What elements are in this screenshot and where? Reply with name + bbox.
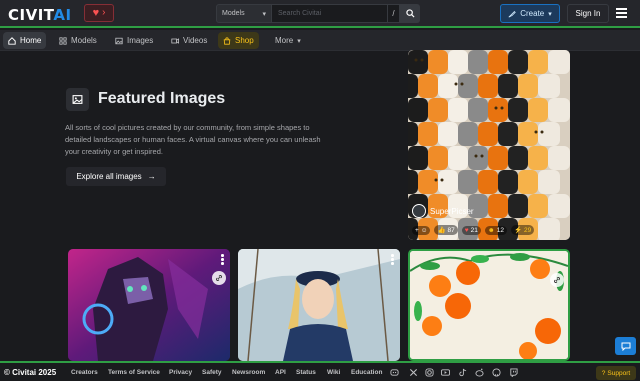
bolt-icon: ⚡ <box>513 227 523 234</box>
chat-icon <box>621 342 630 351</box>
help-icon: ? <box>601 369 606 377</box>
more-options-icon[interactable] <box>221 254 224 266</box>
tip-count[interactable]: ⚡ 29 <box>510 225 535 235</box>
heart-icon: ♥ <box>92 6 100 19</box>
chevron-down-icon: ▾ <box>548 10 552 18</box>
reddit-icon[interactable] <box>475 368 484 377</box>
laugh-icon: ☻ <box>487 226 495 234</box>
footer-link-status[interactable]: Status <box>296 369 316 376</box>
add-reaction-button[interactable]: + ☺ <box>412 225 431 235</box>
grid-icon <box>59 36 67 45</box>
hamburger-menu-icon[interactable] <box>616 8 627 18</box>
image-card[interactable] <box>238 249 400 361</box>
smile-icon: ☺ <box>420 226 428 234</box>
search-type-select[interactable]: Models ▾ <box>216 4 272 23</box>
nav-more[interactable]: More ▾ <box>270 32 306 49</box>
support-heart-button[interactable]: ♥ › <box>84 4 114 22</box>
like-count[interactable]: 👍 87 <box>434 225 458 235</box>
chevron-right-icon: › <box>102 7 106 18</box>
search-shortcut-hint: / <box>388 4 400 23</box>
search-input[interactable]: Search Civitai <box>272 4 388 23</box>
laugh-count[interactable]: ☻ 12 <box>484 225 507 235</box>
x-icon[interactable] <box>409 368 418 377</box>
nav-shop[interactable]: Shop <box>218 32 259 49</box>
thumbs-up-icon: 👍 <box>437 227 446 234</box>
create-button[interactable]: Create ▾ <box>500 4 560 23</box>
tiktok-icon[interactable] <box>458 368 467 377</box>
featured-image-card[interactable]: SuperPicser + ☺ 👍 87 ♥ 21 ☻ 12 ⚡ 29 <box>408 50 570 240</box>
link-icon[interactable] <box>550 273 564 287</box>
reaction-bar: + ☺ 👍 87 ♥ 21 ☻ 12 ⚡ 29 <box>412 225 535 235</box>
footer-link-safety[interactable]: Safety <box>202 369 222 376</box>
arrow-right-icon: → <box>147 172 156 181</box>
footer-link-creators[interactable]: Creators <box>71 369 98 376</box>
top-bar: CIVITAI ♥ › Models ▾ Search Civitai / Cr… <box>0 0 640 28</box>
nav-home[interactable]: Home <box>3 32 47 49</box>
instagram-icon[interactable] <box>425 368 434 377</box>
link-icon[interactable] <box>212 271 226 285</box>
plus-icon: + <box>415 226 419 234</box>
footer-link-privacy[interactable]: Privacy <box>169 369 192 376</box>
more-options-icon[interactable] <box>391 254 394 266</box>
page-description: All sorts of cool pictures created by ou… <box>65 123 321 156</box>
youtube-icon[interactable] <box>441 368 450 377</box>
oranges-frame-image <box>410 251 568 359</box>
fantasy-character-image <box>68 249 230 361</box>
featured-images-icon <box>66 88 89 111</box>
copyright: © Civitai 2025 <box>4 368 57 377</box>
footer-link-newsroom[interactable]: Newsroom <box>232 369 265 376</box>
image-icon <box>115 37 123 44</box>
civitai-logo[interactable]: CIVITAI <box>8 6 72 24</box>
shop-icon <box>223 36 231 45</box>
nav-images[interactable]: Images <box>110 32 158 49</box>
sign-in-button[interactable]: Sign In <box>567 4 609 23</box>
nav-models[interactable]: Models <box>54 32 102 49</box>
image-card[interactable] <box>68 249 230 361</box>
discord-icon[interactable] <box>390 368 399 377</box>
footer-link-wiki[interactable]: Wiki <box>327 369 340 376</box>
nav-videos[interactable]: Videos <box>166 32 212 49</box>
heart-count[interactable]: ♥ 21 <box>461 225 481 235</box>
footer-link-api[interactable]: API <box>275 369 286 376</box>
footer-link-terms[interactable]: Terms of Service <box>108 369 160 376</box>
page-title: Featured Images <box>98 90 226 107</box>
image-card[interactable] <box>408 249 570 361</box>
search-bar: Models ▾ Search Civitai / <box>216 4 420 23</box>
heart-icon: ♥ <box>464 226 469 234</box>
chevron-down-icon: ▾ <box>262 10 266 18</box>
search-button[interactable] <box>400 4 420 23</box>
github-icon[interactable] <box>492 368 501 377</box>
footer: © Civitai 2025 Creators Terms of Service… <box>0 361 640 381</box>
pilot-woman-image <box>238 249 400 361</box>
twitch-icon[interactable] <box>509 368 518 377</box>
chat-button[interactable] <box>615 337 636 355</box>
brush-icon <box>508 10 517 18</box>
search-icon <box>405 9 415 18</box>
chevron-down-icon: ▾ <box>297 37 301 45</box>
avatar <box>412 204 426 218</box>
main-nav: Home Models Images Videos Shop More ▾ <box>0 30 640 51</box>
footer-link-education[interactable]: Education <box>351 369 382 376</box>
video-icon <box>171 37 179 44</box>
home-icon <box>8 36 16 45</box>
card-author[interactable]: SuperPicser <box>412 204 474 218</box>
explore-all-images-button[interactable]: Explore all images → <box>66 167 166 186</box>
support-button[interactable]: ? Support <box>596 366 636 380</box>
